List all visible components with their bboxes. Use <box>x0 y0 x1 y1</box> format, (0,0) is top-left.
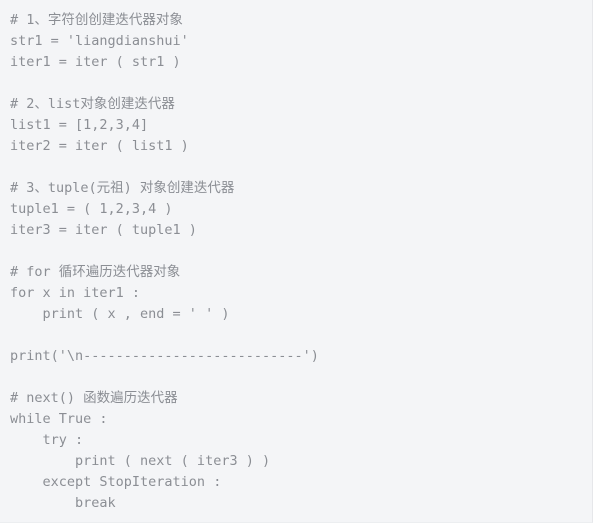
code-line: print ( next ( iter3 ) ) <box>10 453 271 469</box>
code-line: tuple1 = ( 1,2,3,4 ) <box>10 201 173 217</box>
code-line: for x in iter1 : <box>10 285 141 301</box>
code-line: while True : <box>10 411 108 427</box>
code-line: break <box>10 495 116 511</box>
code-line: # 3、tuple(元祖) 对象创建迭代器 <box>10 180 235 196</box>
code-line: # 2、list对象创建迭代器 <box>10 96 175 112</box>
code-line: iter3 = iter ( tuple1 ) <box>10 222 197 238</box>
code-line: # for 循环遍历迭代器对象 <box>10 264 181 280</box>
code-line: print ( x , end = ' ' ) <box>10 306 230 322</box>
code-line: iter2 = iter ( list1 ) <box>10 138 189 154</box>
code-line: try : <box>10 432 84 448</box>
code-line: # 1、字符创创建迭代器对象 <box>10 12 183 28</box>
code-line: except StopIteration : <box>10 474 222 490</box>
code-line: print('\n---------------------------') <box>10 348 319 364</box>
code-line: str1 = 'liangdianshui' <box>10 33 189 49</box>
code-line: # next() 函数遍历迭代器 <box>10 390 178 406</box>
code-block[interactable]: # 1、字符创创建迭代器对象 str1 = 'liangdianshui' iter… <box>0 0 593 523</box>
code-line: list1 = [1,2,3,4] <box>10 117 149 133</box>
code-line: iter1 = iter ( str1 ) <box>10 54 181 70</box>
